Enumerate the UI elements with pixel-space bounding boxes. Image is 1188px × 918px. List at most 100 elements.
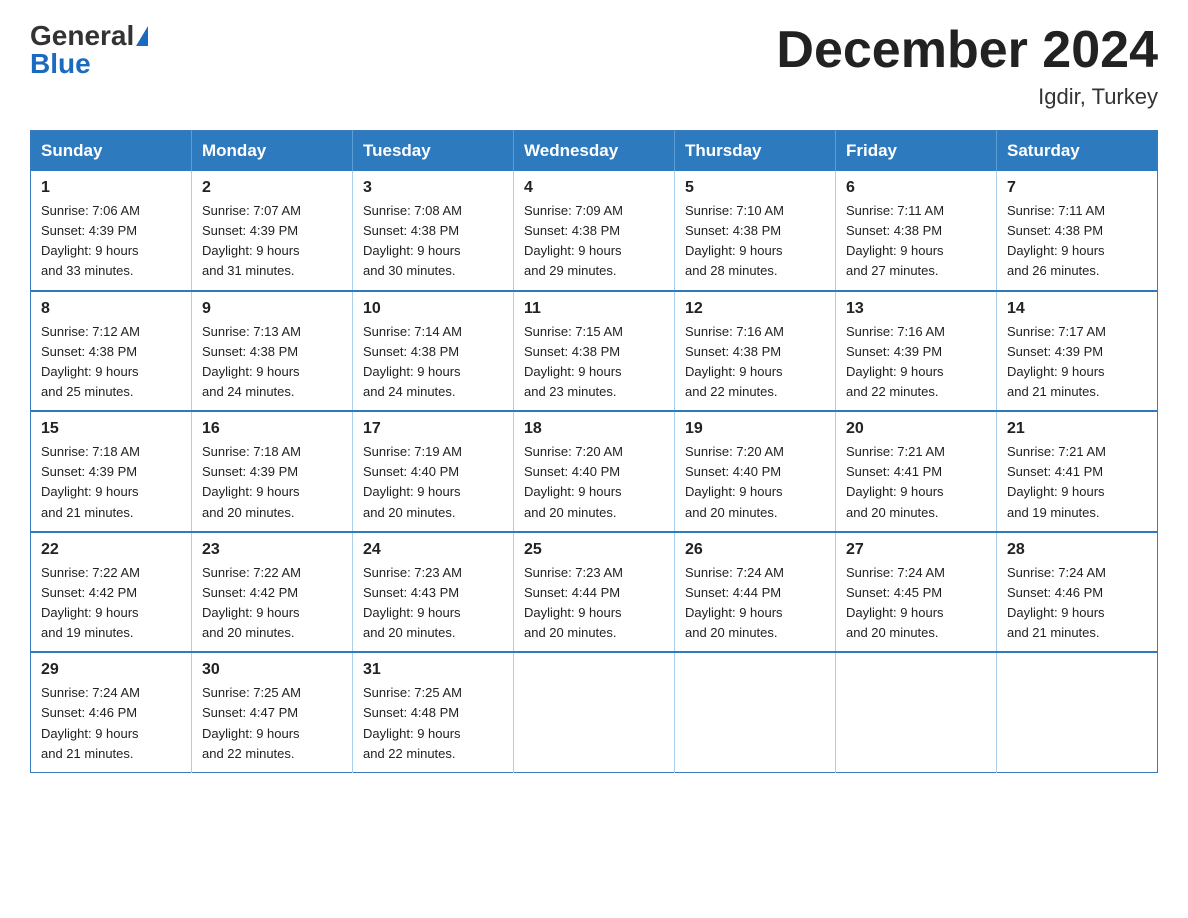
col-header-thursday: Thursday <box>675 131 836 172</box>
day-info: Sunrise: 7:10 AM Sunset: 4:38 PM Dayligh… <box>685 201 825 282</box>
calendar-day-cell: 2 Sunrise: 7:07 AM Sunset: 4:39 PM Dayli… <box>192 171 353 291</box>
logo: General Blue <box>30 20 148 80</box>
calendar-day-cell: 9 Sunrise: 7:13 AM Sunset: 4:38 PM Dayli… <box>192 291 353 412</box>
day-number: 13 <box>846 300 986 318</box>
title-section: December 2024 Igdir, Turkey <box>776 20 1158 110</box>
day-info: Sunrise: 7:23 AM Sunset: 4:43 PM Dayligh… <box>363 563 503 644</box>
calendar-day-cell: 1 Sunrise: 7:06 AM Sunset: 4:39 PM Dayli… <box>31 171 192 291</box>
calendar-day-cell: 4 Sunrise: 7:09 AM Sunset: 4:38 PM Dayli… <box>514 171 675 291</box>
day-number: 1 <box>41 179 181 197</box>
col-header-sunday: Sunday <box>31 131 192 172</box>
day-number: 15 <box>41 420 181 438</box>
day-info: Sunrise: 7:16 AM Sunset: 4:38 PM Dayligh… <box>685 322 825 403</box>
day-number: 29 <box>41 661 181 679</box>
day-number: 20 <box>846 420 986 438</box>
day-number: 5 <box>685 179 825 197</box>
day-info: Sunrise: 7:19 AM Sunset: 4:40 PM Dayligh… <box>363 442 503 523</box>
calendar-day-cell: 11 Sunrise: 7:15 AM Sunset: 4:38 PM Dayl… <box>514 291 675 412</box>
calendar-day-cell: 20 Sunrise: 7:21 AM Sunset: 4:41 PM Dayl… <box>836 411 997 532</box>
calendar-day-cell: 21 Sunrise: 7:21 AM Sunset: 4:41 PM Dayl… <box>997 411 1158 532</box>
day-info: Sunrise: 7:25 AM Sunset: 4:48 PM Dayligh… <box>363 683 503 764</box>
col-header-monday: Monday <box>192 131 353 172</box>
calendar-day-cell: 24 Sunrise: 7:23 AM Sunset: 4:43 PM Dayl… <box>353 532 514 653</box>
day-info: Sunrise: 7:17 AM Sunset: 4:39 PM Dayligh… <box>1007 322 1147 403</box>
day-number: 23 <box>202 541 342 559</box>
calendar-day-cell: 3 Sunrise: 7:08 AM Sunset: 4:38 PM Dayli… <box>353 171 514 291</box>
calendar-week-row: 1 Sunrise: 7:06 AM Sunset: 4:39 PM Dayli… <box>31 171 1158 291</box>
day-info: Sunrise: 7:12 AM Sunset: 4:38 PM Dayligh… <box>41 322 181 403</box>
day-number: 6 <box>846 179 986 197</box>
calendar-day-cell: 14 Sunrise: 7:17 AM Sunset: 4:39 PM Dayl… <box>997 291 1158 412</box>
calendar-day-cell: 29 Sunrise: 7:24 AM Sunset: 4:46 PM Dayl… <box>31 652 192 772</box>
calendar-day-cell: 28 Sunrise: 7:24 AM Sunset: 4:46 PM Dayl… <box>997 532 1158 653</box>
day-info: Sunrise: 7:25 AM Sunset: 4:47 PM Dayligh… <box>202 683 342 764</box>
calendar-day-cell: 15 Sunrise: 7:18 AM Sunset: 4:39 PM Dayl… <box>31 411 192 532</box>
col-header-wednesday: Wednesday <box>514 131 675 172</box>
calendar-week-row: 22 Sunrise: 7:22 AM Sunset: 4:42 PM Dayl… <box>31 532 1158 653</box>
day-number: 16 <box>202 420 342 438</box>
page-header: General Blue December 2024 Igdir, Turkey <box>30 20 1158 110</box>
day-info: Sunrise: 7:23 AM Sunset: 4:44 PM Dayligh… <box>524 563 664 644</box>
calendar-day-cell: 6 Sunrise: 7:11 AM Sunset: 4:38 PM Dayli… <box>836 171 997 291</box>
day-number: 21 <box>1007 420 1147 438</box>
col-header-tuesday: Tuesday <box>353 131 514 172</box>
day-info: Sunrise: 7:22 AM Sunset: 4:42 PM Dayligh… <box>202 563 342 644</box>
day-number: 28 <box>1007 541 1147 559</box>
calendar-day-cell: 13 Sunrise: 7:16 AM Sunset: 4:39 PM Dayl… <box>836 291 997 412</box>
day-number: 27 <box>846 541 986 559</box>
day-info: Sunrise: 7:24 AM Sunset: 4:46 PM Dayligh… <box>1007 563 1147 644</box>
day-number: 12 <box>685 300 825 318</box>
day-number: 26 <box>685 541 825 559</box>
day-number: 22 <box>41 541 181 559</box>
month-title: December 2024 <box>776 20 1158 80</box>
day-number: 9 <box>202 300 342 318</box>
day-number: 7 <box>1007 179 1147 197</box>
calendar-day-cell: 8 Sunrise: 7:12 AM Sunset: 4:38 PM Dayli… <box>31 291 192 412</box>
day-number: 2 <box>202 179 342 197</box>
day-info: Sunrise: 7:18 AM Sunset: 4:39 PM Dayligh… <box>202 442 342 523</box>
calendar-day-cell <box>836 652 997 772</box>
day-info: Sunrise: 7:09 AM Sunset: 4:38 PM Dayligh… <box>524 201 664 282</box>
calendar-day-cell: 7 Sunrise: 7:11 AM Sunset: 4:38 PM Dayli… <box>997 171 1158 291</box>
day-info: Sunrise: 7:20 AM Sunset: 4:40 PM Dayligh… <box>524 442 664 523</box>
calendar-day-cell <box>997 652 1158 772</box>
col-header-friday: Friday <box>836 131 997 172</box>
day-number: 18 <box>524 420 664 438</box>
calendar-day-cell: 18 Sunrise: 7:20 AM Sunset: 4:40 PM Dayl… <box>514 411 675 532</box>
day-number: 14 <box>1007 300 1147 318</box>
day-info: Sunrise: 7:24 AM Sunset: 4:44 PM Dayligh… <box>685 563 825 644</box>
col-header-saturday: Saturday <box>997 131 1158 172</box>
calendar-header-row: SundayMondayTuesdayWednesdayThursdayFrid… <box>31 131 1158 172</box>
calendar-day-cell <box>675 652 836 772</box>
day-info: Sunrise: 7:21 AM Sunset: 4:41 PM Dayligh… <box>1007 442 1147 523</box>
calendar-day-cell: 17 Sunrise: 7:19 AM Sunset: 4:40 PM Dayl… <box>353 411 514 532</box>
day-info: Sunrise: 7:15 AM Sunset: 4:38 PM Dayligh… <box>524 322 664 403</box>
day-number: 11 <box>524 300 664 318</box>
day-info: Sunrise: 7:18 AM Sunset: 4:39 PM Dayligh… <box>41 442 181 523</box>
day-info: Sunrise: 7:07 AM Sunset: 4:39 PM Dayligh… <box>202 201 342 282</box>
calendar-day-cell: 31 Sunrise: 7:25 AM Sunset: 4:48 PM Dayl… <box>353 652 514 772</box>
day-info: Sunrise: 7:13 AM Sunset: 4:38 PM Dayligh… <box>202 322 342 403</box>
calendar-week-row: 29 Sunrise: 7:24 AM Sunset: 4:46 PM Dayl… <box>31 652 1158 772</box>
calendar-day-cell: 12 Sunrise: 7:16 AM Sunset: 4:38 PM Dayl… <box>675 291 836 412</box>
day-info: Sunrise: 7:14 AM Sunset: 4:38 PM Dayligh… <box>363 322 503 403</box>
day-number: 19 <box>685 420 825 438</box>
day-info: Sunrise: 7:11 AM Sunset: 4:38 PM Dayligh… <box>1007 201 1147 282</box>
calendar-day-cell: 27 Sunrise: 7:24 AM Sunset: 4:45 PM Dayl… <box>836 532 997 653</box>
day-info: Sunrise: 7:20 AM Sunset: 4:40 PM Dayligh… <box>685 442 825 523</box>
day-number: 31 <box>363 661 503 679</box>
calendar-day-cell: 19 Sunrise: 7:20 AM Sunset: 4:40 PM Dayl… <box>675 411 836 532</box>
calendar-day-cell: 23 Sunrise: 7:22 AM Sunset: 4:42 PM Dayl… <box>192 532 353 653</box>
day-info: Sunrise: 7:22 AM Sunset: 4:42 PM Dayligh… <box>41 563 181 644</box>
calendar-day-cell: 10 Sunrise: 7:14 AM Sunset: 4:38 PM Dayl… <box>353 291 514 412</box>
day-number: 10 <box>363 300 503 318</box>
logo-blue-text: Blue <box>30 48 91 80</box>
day-info: Sunrise: 7:21 AM Sunset: 4:41 PM Dayligh… <box>846 442 986 523</box>
calendar-week-row: 8 Sunrise: 7:12 AM Sunset: 4:38 PM Dayli… <box>31 291 1158 412</box>
calendar-day-cell: 16 Sunrise: 7:18 AM Sunset: 4:39 PM Dayl… <box>192 411 353 532</box>
calendar-day-cell: 22 Sunrise: 7:22 AM Sunset: 4:42 PM Dayl… <box>31 532 192 653</box>
day-number: 3 <box>363 179 503 197</box>
logo-triangle-icon <box>136 26 148 46</box>
calendar-week-row: 15 Sunrise: 7:18 AM Sunset: 4:39 PM Dayl… <box>31 411 1158 532</box>
day-info: Sunrise: 7:16 AM Sunset: 4:39 PM Dayligh… <box>846 322 986 403</box>
